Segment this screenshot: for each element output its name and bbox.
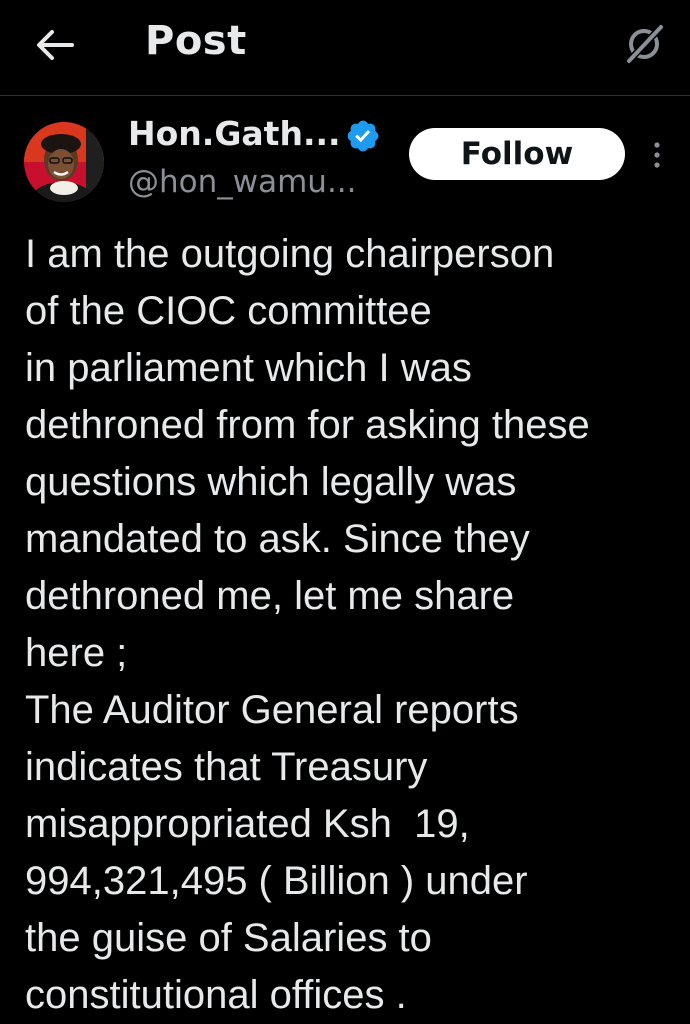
grok-icon (624, 24, 664, 66)
author-name[interactable]: Hon.Gath... (128, 114, 341, 153)
post-text-line: dethroned me, let me share (25, 574, 515, 618)
verified-badge-icon (347, 120, 379, 152)
arrow-left-icon (37, 30, 74, 60)
more-vertical-icon (654, 142, 660, 168)
post-text-line: The Auditor General reports (25, 688, 519, 732)
follow-button[interactable]: Follow (409, 128, 625, 180)
post-text-line: of the CIOC committee (25, 289, 432, 333)
post-text: I am the outgoing chairperson of the CIO… (25, 226, 685, 1024)
author-handle[interactable]: @hon_wamu... (128, 164, 357, 200)
post-text-line: misappropriated Ksh 19, (25, 802, 470, 846)
avatar[interactable] (24, 122, 104, 202)
more-options-button[interactable] (640, 138, 674, 172)
post-text-line: questions which legally was (25, 460, 517, 504)
post-text-line: here ; (25, 631, 128, 675)
top-bar: Post (0, 0, 690, 96)
post-text-line: I am the outgoing chairperson (25, 232, 555, 276)
grok-button[interactable] (620, 20, 668, 68)
post-text-line: the guise of Salaries to (25, 916, 432, 960)
avatar-image (24, 122, 104, 202)
back-button[interactable] (30, 22, 80, 68)
post-text-line: indicates that Treasury (25, 745, 428, 789)
post-text-line: constitutional offices . (25, 973, 407, 1017)
post-text-line: 994,321,495 ( Billion ) under (25, 859, 528, 903)
post-text-line: in parliament which I was (25, 346, 472, 390)
post-text-line: dethroned from for asking these (25, 403, 590, 447)
page-title: Post (145, 18, 247, 64)
post-text-line: mandated to ask. Since they (25, 517, 530, 561)
